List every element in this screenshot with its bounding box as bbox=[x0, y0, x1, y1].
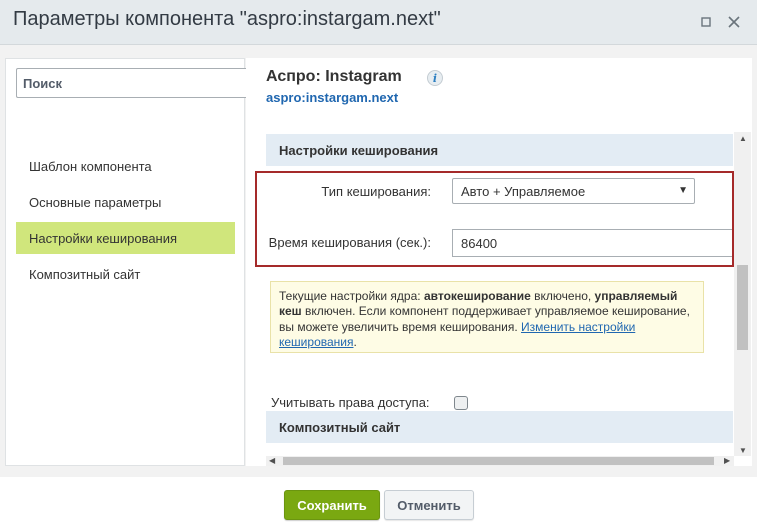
dialog-footer: Сохранить Отменить bbox=[0, 477, 757, 529]
sidebar-item-template[interactable]: Шаблон компонента bbox=[16, 150, 235, 182]
sidebar-item-composite[interactable]: Композитный сайт bbox=[16, 258, 235, 290]
search-input[interactable] bbox=[16, 68, 248, 98]
dropdown-arrow-icon: ▼ bbox=[678, 185, 688, 196]
scroll-down-icon[interactable]: ▼ bbox=[739, 446, 747, 455]
access-rights-checkbox[interactable] bbox=[454, 396, 468, 410]
section-header-caching[interactable]: Настройки кеширования bbox=[266, 134, 733, 166]
note-text-end: . bbox=[353, 335, 357, 350]
component-title: Аспро: Instagram bbox=[266, 68, 402, 85]
main-panel: Аспро: Instagram i aspro:instargam.next … bbox=[246, 58, 752, 466]
window-title: Параметры компонента "aspro:instargam.ne… bbox=[13, 8, 441, 30]
note-bold-autocache: автокеширование bbox=[423, 289, 531, 303]
note-text-1: Текущие настройки ядра: bbox=[279, 289, 424, 303]
cache-time-label: Время кеширования (сек.): bbox=[268, 235, 431, 250]
scroll-left-icon[interactable]: ◀ bbox=[269, 456, 275, 465]
note-text-2: включено, bbox=[530, 289, 595, 303]
window-titlebar: Параметры компонента "aspro:instargam.ne… bbox=[0, 0, 757, 45]
access-rights-label: Учитывать права доступа: bbox=[271, 395, 430, 410]
info-icon[interactable]: i bbox=[427, 70, 443, 86]
cache-time-input[interactable] bbox=[452, 229, 732, 257]
horizontal-scrollbar[interactable]: ◀ ▶ bbox=[266, 456, 734, 466]
cache-type-value: Авто + Управляемое bbox=[461, 183, 586, 199]
cache-info-note: Текущие настройки ядра: автокеширование … bbox=[270, 281, 704, 353]
horizontal-scroll-thumb[interactable] bbox=[283, 457, 714, 465]
component-code: aspro:instargam.next bbox=[266, 90, 399, 105]
sidebar: Шаблон компонента Основные параметры Нас… bbox=[5, 58, 248, 466]
save-button[interactable]: Сохранить bbox=[284, 490, 380, 520]
sidebar-item-caching[interactable]: Настройки кеширования bbox=[16, 222, 235, 254]
sidebar-item-main-params[interactable]: Основные параметры bbox=[16, 186, 235, 218]
cache-type-select[interactable]: Авто + Управляемое ▼ bbox=[452, 178, 695, 204]
cache-type-label: Тип кеширования: bbox=[321, 184, 431, 199]
scroll-right-icon[interactable]: ▶ bbox=[724, 456, 730, 465]
vertical-scroll-thumb[interactable] bbox=[737, 265, 748, 350]
cancel-button[interactable]: Отменить bbox=[384, 490, 474, 520]
dialog-body: Шаблон компонента Основные параметры Нас… bbox=[0, 45, 757, 477]
close-icon[interactable] bbox=[725, 13, 743, 31]
section-header-composite[interactable]: Композитный сайт bbox=[266, 411, 733, 443]
vertical-scrollbar[interactable]: ▲ ▼ bbox=[734, 132, 751, 456]
scroll-up-icon[interactable]: ▲ bbox=[739, 134, 747, 143]
maximize-icon[interactable] bbox=[697, 13, 715, 31]
